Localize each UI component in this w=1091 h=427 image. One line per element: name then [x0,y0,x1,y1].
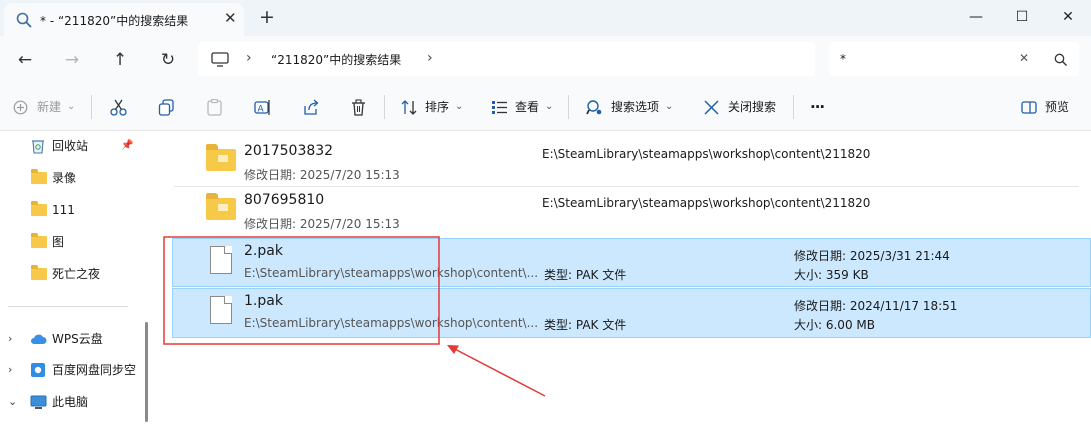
highlight-box [163,236,440,345]
annotation-arrow [448,345,546,397]
annotation-overlay [163,236,546,397]
